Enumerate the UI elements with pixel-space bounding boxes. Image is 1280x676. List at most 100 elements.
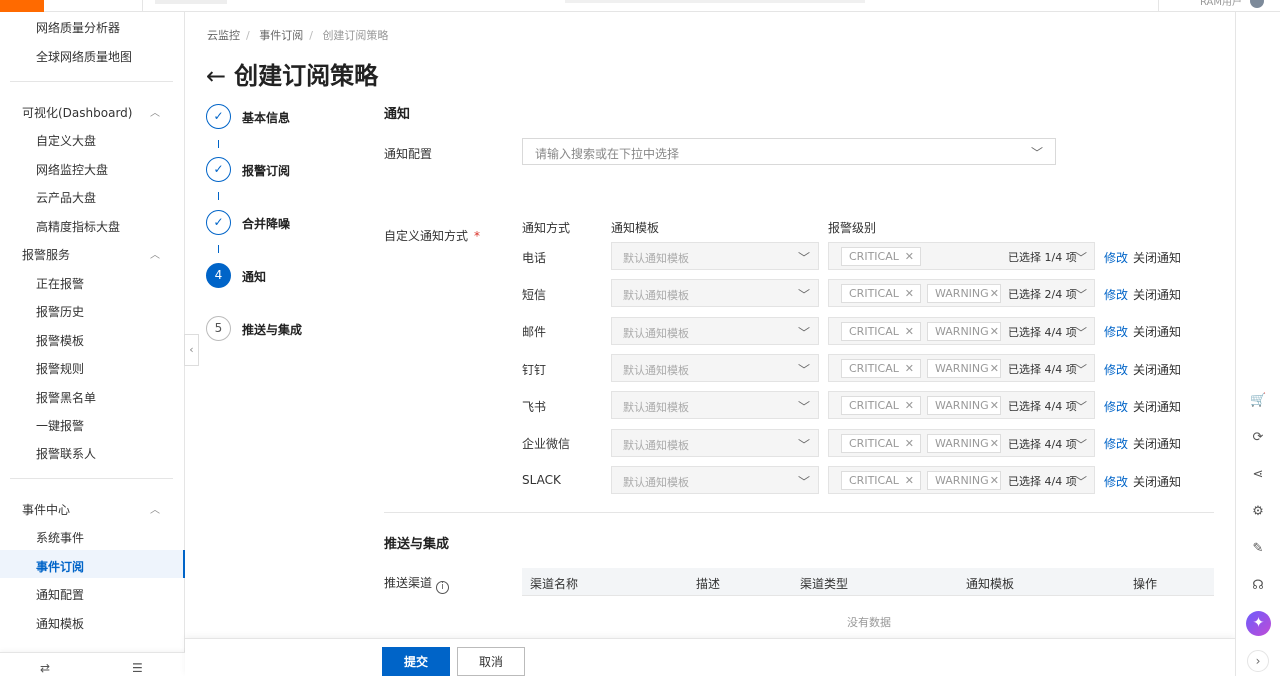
- close-icon[interactable]: ✕: [990, 323, 999, 340]
- chevron-down-icon: ﹀: [1074, 251, 1087, 265]
- close-icon[interactable]: ✕: [990, 360, 999, 377]
- close-icon[interactable]: ✕: [905, 360, 914, 377]
- close-notify-email[interactable]: 关闭通知: [1133, 323, 1181, 340]
- headset-icon[interactable]: ☊: [1250, 578, 1266, 594]
- th-description: 描述: [696, 577, 721, 591]
- level-select-dingtalk[interactable]: CRITICAL ✕ WARNING ✕ 已选择 4/4 项 ﹀: [828, 354, 1095, 382]
- level-tag: CRITICAL ✕: [841, 322, 921, 341]
- info-icon[interactable]: i: [436, 581, 450, 594]
- sidebar-item-high-precision-dashboard[interactable]: 高精度指标大盘: [36, 218, 120, 235]
- sidebar-group-dashboard[interactable]: 可视化(Dashboard): [22, 104, 132, 121]
- close-icon[interactable]: ✕: [990, 285, 999, 302]
- chevron-down-icon: ﹀: [797, 400, 810, 414]
- close-notify-dingtalk[interactable]: 关闭通知: [1133, 361, 1181, 378]
- edit-link-email[interactable]: 修改: [1104, 323, 1128, 340]
- close-icon[interactable]: ✕: [990, 397, 999, 414]
- level-select-sms[interactable]: CRITICAL ✕ WARNING ✕ 已选择 2/4 项 ﹀: [828, 279, 1095, 307]
- share-icon[interactable]: ⋖: [1250, 467, 1266, 483]
- switch-icon[interactable]: ⇄: [40, 661, 50, 675]
- global-search[interactable]: [155, 0, 227, 4]
- level-select-phone[interactable]: CRITICAL ✕ 已选择 1/4 项 ﹀: [828, 242, 1095, 270]
- edit-link-slack[interactable]: 修改: [1104, 473, 1128, 490]
- close-icon[interactable]: ✕: [990, 435, 999, 452]
- sidebar-item-alert-contacts[interactable]: 报警联系人: [36, 445, 96, 462]
- close-notify-sms[interactable]: 关闭通知: [1133, 286, 1181, 303]
- logo[interactable]: [0, 0, 44, 12]
- sidebar-item-cloud-product-dashboard[interactable]: 云产品大盘: [36, 189, 96, 206]
- chevron-right-icon[interactable]: ›: [1247, 650, 1269, 672]
- level-select-slack[interactable]: CRITICAL ✕ WARNING ✕ 已选择 4/4 项 ﹀: [828, 466, 1095, 494]
- edit-link-sms[interactable]: 修改: [1104, 286, 1128, 303]
- method-feishu: 飞书: [522, 400, 547, 414]
- close-notify-wecom[interactable]: 关闭通知: [1133, 435, 1181, 452]
- sidebar-item-alert-rules[interactable]: 报警规则: [36, 360, 84, 377]
- level-select-wecom[interactable]: CRITICAL ✕ WARNING ✕ 已选择 4/4 项 ﹀: [828, 429, 1095, 457]
- template-select-feishu[interactable]: 默认通知模板 ﹀: [611, 391, 819, 419]
- back-arrow-icon[interactable]: ←: [206, 62, 226, 90]
- close-icon[interactable]: ✕: [905, 472, 914, 489]
- sidebar-item-alert-blacklist[interactable]: 报警黑名单: [36, 389, 96, 406]
- edit-link-feishu[interactable]: 修改: [1104, 398, 1128, 415]
- ai-assistant-icon[interactable]: ✦: [1246, 611, 1271, 636]
- column-header-template: 通知模板: [611, 221, 660, 235]
- user-name[interactable]: RAM用户: [1200, 0, 1242, 8]
- cart-icon[interactable]: 🛒: [1250, 393, 1266, 409]
- close-icon[interactable]: ✕: [905, 435, 914, 452]
- template-select-phone[interactable]: 默认通知模板 ﹀: [611, 242, 819, 270]
- submit-button[interactable]: 提交: [382, 647, 450, 676]
- chevron-down-icon: ﹀: [1074, 475, 1087, 489]
- edit-link-wecom[interactable]: 修改: [1104, 435, 1128, 452]
- edit-link-phone[interactable]: 修改: [1104, 249, 1128, 266]
- chevron-up-icon[interactable]: ︿: [150, 501, 160, 516]
- top-search-field[interactable]: [565, 0, 865, 3]
- template-select-email[interactable]: 默认通知模板 ﹀: [611, 317, 819, 345]
- close-notify-phone[interactable]: 关闭通知: [1133, 249, 1181, 266]
- sidebar-item-system-events[interactable]: 系统事件: [36, 529, 84, 546]
- section-title-notify: 通知: [384, 107, 411, 122]
- sidebar-item-alert-history[interactable]: 报警历史: [36, 303, 84, 320]
- edit-icon[interactable]: ✎: [1250, 541, 1266, 557]
- breadcrumb-event-subscription[interactable]: 事件订阅: [259, 29, 303, 42]
- close-notify-feishu[interactable]: 关闭通知: [1133, 398, 1181, 415]
- sidebar-active-highlight: [0, 550, 185, 578]
- sidebar-collapse-handle[interactable]: ‹: [184, 334, 199, 366]
- method-email: 邮件: [522, 325, 547, 339]
- close-icon[interactable]: ✕: [905, 285, 914, 302]
- close-icon[interactable]: ✕: [990, 472, 999, 489]
- avatar[interactable]: [1250, 0, 1264, 8]
- template-select-wecom[interactable]: 默认通知模板 ﹀: [611, 429, 819, 457]
- level-tag: CRITICAL ✕: [841, 247, 921, 266]
- breadcrumb-current: 创建订阅策略: [322, 29, 389, 42]
- gear-icon[interactable]: ⚙: [1250, 504, 1266, 520]
- sidebar-item-event-subscription[interactable]: 事件订阅: [36, 558, 84, 575]
- sidebar-item-network-quality-analyzer[interactable]: 网络质量分析器: [36, 19, 120, 36]
- close-icon[interactable]: ✕: [905, 397, 914, 414]
- sidebar-item-custom-dashboard[interactable]: 自定义大盘: [36, 132, 96, 149]
- template-select-sms[interactable]: 默认通知模板 ﹀: [611, 279, 819, 307]
- sidebar-group-event-center[interactable]: 事件中心: [22, 501, 70, 518]
- notify-config-select[interactable]: 请输入搜索或在下拉中选择 ﹀: [522, 138, 1056, 165]
- close-icon[interactable]: ✕: [905, 323, 914, 340]
- sidebar-item-active-alerts[interactable]: 正在报警: [36, 275, 84, 292]
- edit-link-dingtalk[interactable]: 修改: [1104, 361, 1128, 378]
- cancel-button[interactable]: 取消: [457, 647, 525, 676]
- sidebar-item-notify-config[interactable]: 通知配置: [36, 586, 84, 603]
- level-select-feishu[interactable]: CRITICAL ✕ WARNING ✕ 已选择 4/4 项 ﹀: [828, 391, 1095, 419]
- template-select-dingtalk[interactable]: 默认通知模板 ﹀: [611, 354, 819, 382]
- sidebar-item-one-click-alert[interactable]: 一键报警: [36, 417, 84, 434]
- sidebar-item-alert-templates[interactable]: 报警模板: [36, 332, 84, 349]
- sidebar-group-alert[interactable]: 报警服务: [22, 246, 70, 263]
- chevron-down-icon: ﹀: [1074, 326, 1087, 340]
- template-select-slack[interactable]: 默认通知模板 ﹀: [611, 466, 819, 494]
- sidebar-item-notify-templates[interactable]: 通知模板: [36, 615, 84, 632]
- close-notify-slack[interactable]: 关闭通知: [1133, 473, 1181, 490]
- list-icon[interactable]: ☰: [132, 661, 143, 675]
- refresh-icon[interactable]: ⟳: [1250, 430, 1266, 446]
- sidebar-item-network-dashboard[interactable]: 网络监控大盘: [36, 161, 108, 178]
- breadcrumb-cloud-monitor[interactable]: 云监控: [207, 29, 240, 42]
- level-select-email[interactable]: CRITICAL ✕ WARNING ✕ 已选择 4/4 项 ﹀: [828, 317, 1095, 345]
- close-icon[interactable]: ✕: [905, 248, 914, 265]
- chevron-up-icon[interactable]: ︿: [150, 104, 160, 119]
- chevron-up-icon[interactable]: ︿: [150, 246, 160, 261]
- sidebar-item-global-network-map[interactable]: 全球网络质量地图: [36, 48, 132, 65]
